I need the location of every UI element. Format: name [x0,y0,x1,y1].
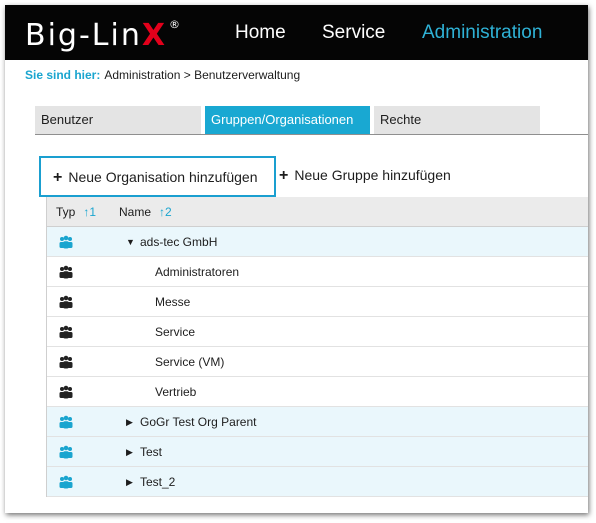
big-linx-logo[interactable]: Big-LinX ® [25,11,182,56]
column-header-name[interactable]: Name ↑2 [119,205,172,219]
add-organization-label: Neue Organisation hinzufügen [68,169,258,185]
table-row[interactable]: Messe [47,287,588,317]
table-row[interactable]: ▶ Test [47,437,588,467]
table-header: Typ ↑1 Name ↑2 [47,197,588,227]
breadcrumb: Sie sind hier: Administration > Benutzerv… [25,68,300,82]
group-icon [58,324,74,340]
row-name: Service [155,325,196,339]
table-row[interactable]: ▶ GoGr Test Org Parent [47,407,588,437]
row-name: GoGr Test Org Parent [140,415,257,429]
tab-rechte[interactable]: Rechte [374,106,540,134]
table-row[interactable]: Administratoren [47,257,588,287]
organization-icon [58,444,74,460]
tab-benutzer[interactable]: Benutzer [35,106,201,134]
add-group-button[interactable]: + Neue Gruppe hinzufügen [279,166,451,185]
breadcrumb-label: Sie sind hier: [25,68,101,82]
row-name: Administratoren [155,265,240,279]
groups-organizations-table: Typ ↑1 Name ↑2 ▼ ads-tec GmbH Administratore… [46,197,588,497]
nav-administration[interactable]: Administration [422,22,542,44]
nav-home[interactable]: Home [235,22,286,44]
tab-gruppen-organisationen[interactable]: Gruppen/Organisationen [205,106,370,134]
app-window: Big-LinX ® Home Service Administration Si… [5,5,588,513]
expand-caret-icon[interactable]: ▶ [126,476,133,488]
row-name: Test [140,445,163,459]
add-organization-button[interactable]: + Neue Organisation hinzufügen [39,156,276,197]
column-header-typ[interactable]: Typ ↑1 [56,205,96,219]
nav-service[interactable]: Service [322,22,385,44]
plus-icon: + [53,169,63,186]
organization-icon [58,474,74,490]
group-icon [58,384,74,400]
add-group-label: Neue Gruppe hinzufügen [294,167,451,183]
group-icon [58,294,74,310]
table-row[interactable]: ▶ Test_2 [47,467,588,497]
sort-indicator: ↑1 [83,205,97,219]
sort-indicator: ↑2 [159,205,172,219]
organization-icon [58,414,74,430]
table-row[interactable]: Vertrieb [47,377,588,407]
tab-divider [35,134,588,135]
table-row[interactable]: Service (VM) [47,347,588,377]
breadcrumb-path: Administration > Benutzerverwaltung [104,68,301,82]
plus-icon: + [279,167,289,184]
row-name: Vertrieb [155,385,197,399]
organization-icon [58,234,74,250]
row-name: Service (VM) [155,355,225,369]
table-row[interactable]: ▼ ads-tec GmbH [47,227,588,257]
group-icon [58,354,74,370]
expand-caret-icon[interactable]: ▶ [126,446,133,458]
row-name: Messe [155,295,191,309]
collapse-caret-icon[interactable]: ▼ [126,236,135,248]
row-name: Test_2 [140,475,176,489]
row-name: ads-tec GmbH [140,235,218,249]
group-icon [58,264,74,280]
top-navigation-bar: Big-LinX ® Home Service Administration [5,5,588,60]
expand-caret-icon[interactable]: ▶ [126,416,133,428]
table-row[interactable]: Service [47,317,588,347]
